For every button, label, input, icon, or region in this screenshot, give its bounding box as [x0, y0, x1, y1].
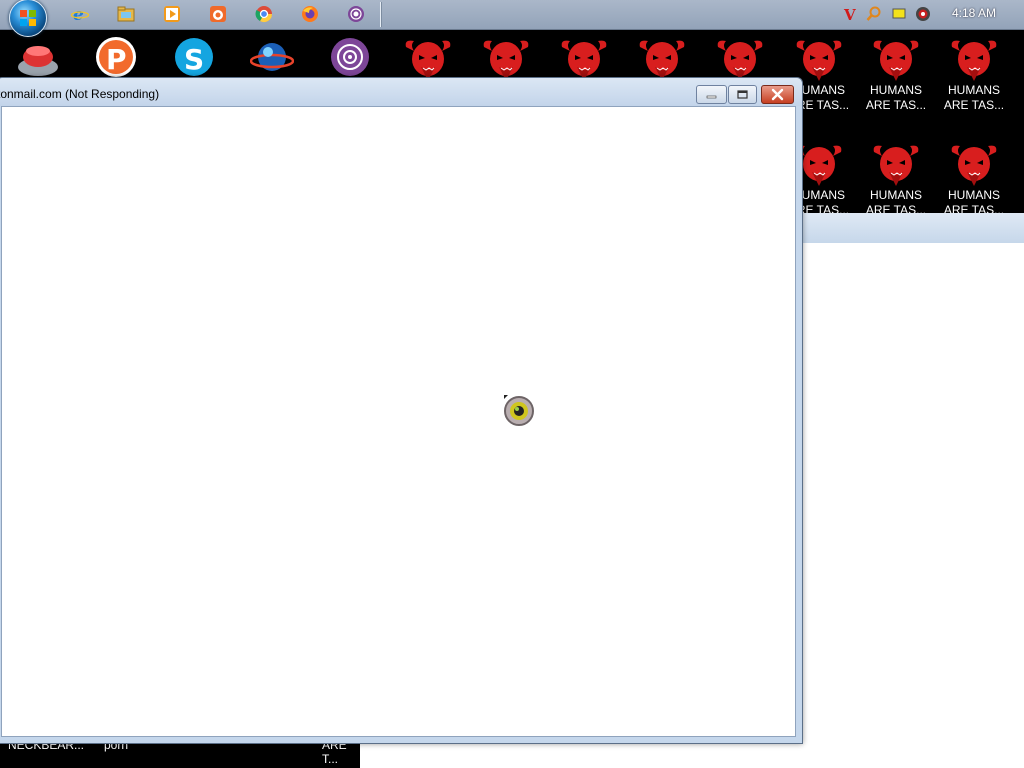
- minimize-button[interactable]: [696, 85, 727, 104]
- internet-explorer-icon[interactable]: e: [70, 5, 90, 25]
- background-window-header: [800, 213, 1024, 243]
- tor-app-icon[interactable]: [312, 37, 388, 77]
- devil-shortcut-icon[interactable]: HUMANS ARE TAS...: [936, 142, 1012, 218]
- cleaner-app-icon[interactable]: [0, 37, 76, 77]
- shortcut-label: HUMANS: [947, 83, 1000, 97]
- tor-browser-icon[interactable]: [347, 5, 365, 23]
- taskbar-clock[interactable]: 4:18 AM: [944, 6, 1004, 20]
- taskbar-separator: [380, 2, 381, 27]
- maximize-button[interactable]: [728, 85, 757, 104]
- shortcut-label: ARE TAS...: [865, 98, 927, 112]
- shortcut-label: HUMANS: [947, 188, 1000, 202]
- svg-text:V: V: [843, 6, 856, 22]
- notification-icon[interactable]: [891, 6, 907, 22]
- svg-text:S: S: [184, 43, 204, 76]
- p-app-icon[interactable]: P: [78, 37, 154, 77]
- devil-face-icon: [873, 145, 919, 186]
- background-window-edge: [366, 740, 800, 768]
- devil-face-icon: [951, 40, 997, 81]
- antivirus-v-icon[interactable]: V: [842, 6, 858, 24]
- devil-shortcut-icon[interactable]: HUMANS ARE TAS...: [858, 37, 934, 113]
- taskbar: e V 4:18 AM: [0, 0, 1024, 37]
- window-title: tonmail.com (Not Responding): [0, 87, 160, 101]
- devil-face-icon: [951, 145, 997, 186]
- close-button[interactable]: [761, 85, 794, 104]
- shortcut-label: ARE TAS...: [943, 98, 1005, 112]
- globe-browser-icon[interactable]: [234, 37, 310, 77]
- shortcut-label: HUMANS: [869, 83, 922, 97]
- chrome-icon[interactable]: [255, 5, 273, 23]
- search-magnifier-icon[interactable]: [866, 6, 882, 22]
- background-window-pane: [800, 213, 1024, 768]
- devil-face-icon: [796, 40, 842, 81]
- skype-icon[interactable]: S: [156, 37, 232, 77]
- window-titlebar[interactable]: tonmail.com (Not Responding): [0, 78, 802, 106]
- busy-cursor-icon: [503, 395, 535, 427]
- window-content[interactable]: [1, 106, 796, 737]
- devil-face-icon: [873, 40, 919, 81]
- shortcut-label: HUMANS: [869, 188, 922, 202]
- media-player-icon[interactable]: [163, 5, 181, 23]
- restore-icon: [737, 90, 748, 99]
- devil-shortcut-icon[interactable]: HUMANS ARE TAS...: [858, 142, 934, 218]
- svg-text:P: P: [106, 43, 127, 76]
- minimize-icon: [706, 95, 717, 99]
- svg-text:e: e: [73, 5, 84, 23]
- close-icon: [771, 88, 784, 101]
- record-icon[interactable]: [915, 6, 931, 22]
- file-explorer-icon[interactable]: [117, 5, 135, 23]
- devil-shortcut-icon[interactable]: HUMANS ARE TAS...: [936, 37, 1012, 113]
- uc-browser-icon[interactable]: [209, 5, 227, 23]
- not-responding-window[interactable]: tonmail.com (Not Responding): [0, 77, 803, 744]
- windows-logo-icon: [20, 10, 36, 26]
- start-button[interactable]: [9, 0, 47, 37]
- firefox-icon[interactable]: [301, 5, 319, 23]
